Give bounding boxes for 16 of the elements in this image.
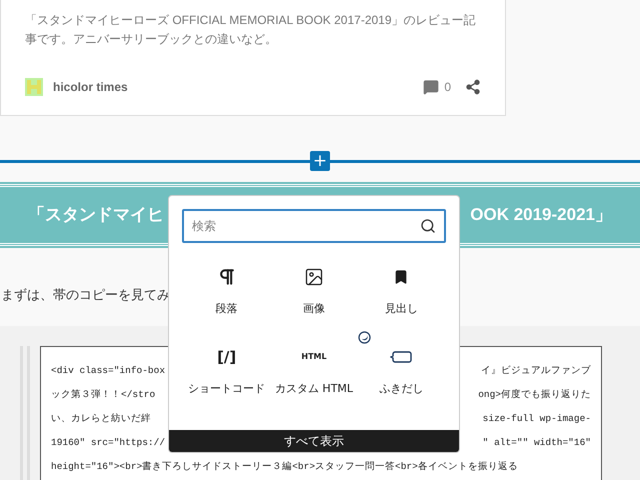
heading-text: 「スタンドマイヒ [28, 204, 164, 226]
comment-count: 0 [444, 79, 451, 96]
code-line: い、カレらと紡いだ絆 [51, 412, 151, 426]
code-line: <div class="info-box [51, 364, 166, 378]
code-line: イ』ビジュアルファンブ [481, 364, 591, 378]
block-glyph: [/] [217, 347, 236, 367]
block-glyph: HTML [301, 351, 327, 363]
code-line: " alt="" width="16" [482, 436, 591, 450]
code-line: ック第３弾！！</stro [51, 388, 156, 402]
code-line: height="16"><br>書き下ろしサイドストーリー３編<br>スタッフ一問一答<br>各イベントを振り返る [51, 460, 518, 474]
code-line: 19160" src="https:// [51, 436, 166, 450]
paragraph-text: まずは、帯のコピーを見てみ [0, 287, 170, 305]
code-line: ong>何度でも振り返りた [478, 388, 591, 402]
heading-text: OOK 2019-2021」 [470, 204, 612, 226]
post-excerpt: 「スタンドマイヒーローズ OFFICIAL MEMORIAL BOOK 2017-2019」のレビュー記事です。アニバーサリーブックとの違いなど。 [25, 12, 477, 48]
code-line: size-full wp-image- [482, 412, 591, 426]
